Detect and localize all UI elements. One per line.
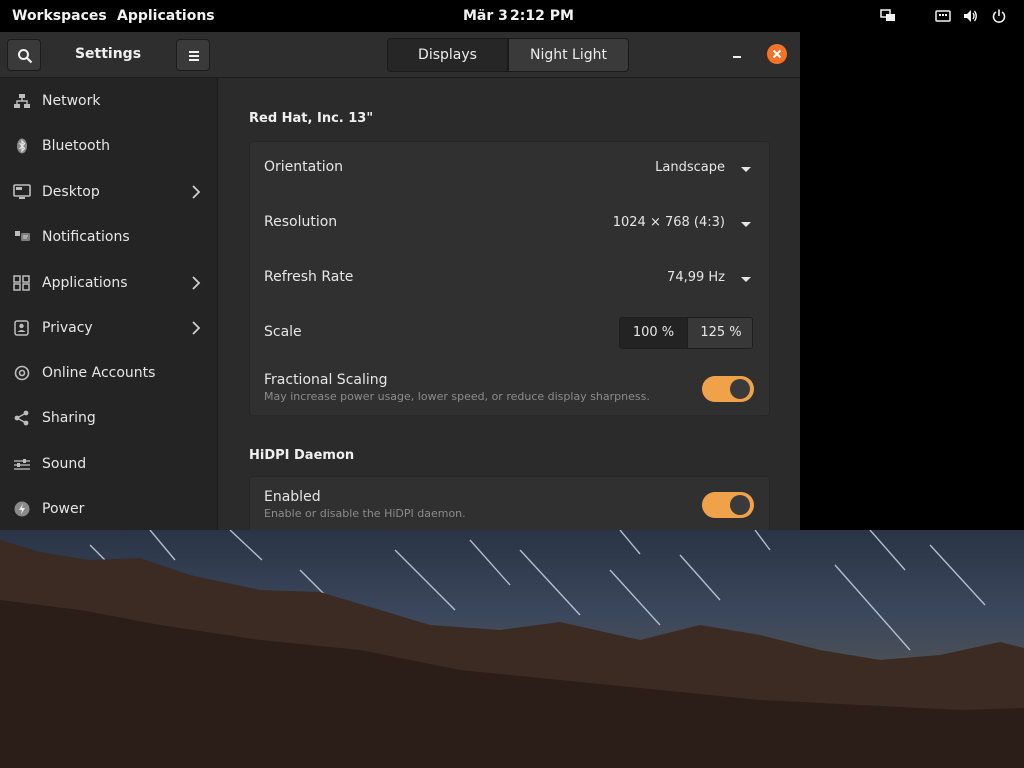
hidpi-enabled-toggle[interactable] bbox=[702, 492, 754, 518]
toggle-knob bbox=[730, 379, 750, 399]
keyboard-icon[interactable] bbox=[935, 8, 951, 24]
scale-label: Scale bbox=[264, 324, 302, 340]
fractional-scaling-toggle[interactable] bbox=[702, 376, 754, 402]
sidebar-item-label: Online Accounts bbox=[42, 365, 156, 381]
menu-button[interactable] bbox=[176, 39, 210, 71]
scale-selector: 100 % 125 % bbox=[619, 317, 753, 349]
close-button[interactable] bbox=[767, 44, 787, 64]
chevron-down-icon[interactable] bbox=[741, 222, 751, 227]
sound-icon bbox=[14, 459, 30, 470]
at-icon bbox=[14, 365, 30, 381]
sidebar-item-label: Network bbox=[42, 93, 101, 109]
toggle-knob bbox=[730, 495, 750, 515]
fractional-scaling-label: Fractional Scaling bbox=[264, 372, 388, 388]
applications-icon bbox=[13, 275, 30, 291]
notifications-icon bbox=[15, 231, 30, 241]
hidpi-enabled-description: Enable or disable the HiDPI daemon. bbox=[264, 507, 466, 520]
share-icon bbox=[14, 410, 29, 426]
bluetooth-icon bbox=[17, 138, 27, 154]
hidpi-enabled-label: Enabled bbox=[264, 489, 321, 505]
hidpi-card: Enabled Enable or disable the HiDPI daem… bbox=[249, 476, 770, 530]
sidebar-item-privacy[interactable]: Privacy bbox=[0, 306, 218, 350]
settings-window: Settings Network Bluetooth Desktop Notif… bbox=[0, 32, 800, 530]
sidebar-item-notifications[interactable]: Notifications bbox=[0, 215, 218, 259]
sidebar: Settings Network Bluetooth Desktop Notif… bbox=[0, 32, 218, 530]
workspaces-button[interactable]: Workspaces bbox=[12, 0, 107, 32]
panel-time[interactable]: 2:12 PM bbox=[510, 0, 574, 32]
volume-icon[interactable] bbox=[962, 8, 978, 24]
tab-night-light[interactable]: Night Light bbox=[508, 38, 629, 72]
search-icon bbox=[18, 49, 33, 64]
sidebar-item-label: Sharing bbox=[42, 410, 96, 426]
resolution-label: Resolution bbox=[264, 214, 338, 230]
sidebar-item-sharing[interactable]: Sharing bbox=[0, 396, 218, 440]
sidebar-item-bluetooth[interactable]: Bluetooth bbox=[0, 124, 218, 168]
chevron-right-icon bbox=[192, 321, 201, 335]
search-button[interactable] bbox=[7, 39, 41, 71]
chevron-down-icon[interactable] bbox=[741, 277, 751, 282]
refresh-rate-dropdown[interactable]: 74,99 Hz bbox=[667, 270, 725, 285]
desktop: Workspaces Applications Mär 3 2:12 PM Se… bbox=[0, 0, 1024, 768]
sidebar-item-online-accounts[interactable]: Online Accounts bbox=[0, 351, 218, 395]
fractional-scaling-description: May increase power usage, lower speed, o… bbox=[264, 390, 650, 403]
orientation-label: Orientation bbox=[264, 159, 344, 175]
sidebar-item-label: Notifications bbox=[42, 229, 130, 245]
sidebar-item-label: Desktop bbox=[42, 184, 100, 200]
tab-displays[interactable]: Displays bbox=[387, 38, 508, 72]
display-icon[interactable] bbox=[880, 8, 896, 24]
content-header: Displays Night Light bbox=[218, 32, 800, 78]
chevron-right-icon bbox=[192, 185, 201, 199]
desktop-wallpaper bbox=[0, 530, 1024, 768]
applications-menu-button[interactable]: Applications bbox=[117, 0, 215, 32]
display-settings-card: Orientation Landscape Resolution 1024 × … bbox=[249, 141, 770, 416]
close-icon bbox=[772, 49, 782, 59]
sidebar-header: Settings bbox=[0, 32, 218, 78]
sidebar-item-label: Power bbox=[42, 501, 85, 517]
display-section-title: Red Hat, Inc. 13" bbox=[249, 111, 374, 126]
hidpi-section-title: HiDPI Daemon bbox=[249, 448, 355, 463]
sidebar-item-applications[interactable]: Applications bbox=[0, 261, 218, 305]
minimize-button[interactable] bbox=[727, 44, 747, 64]
resolution-dropdown[interactable]: 1024 × 768 (4:3) bbox=[613, 215, 725, 230]
chevron-right-icon bbox=[192, 276, 201, 290]
sidebar-item-label: Bluetooth bbox=[42, 138, 110, 154]
network-icon bbox=[14, 94, 30, 108]
display-settings-panel: Red Hat, Inc. 13" Orientation Landscape … bbox=[218, 79, 800, 530]
power-icon[interactable] bbox=[991, 8, 1007, 24]
sidebar-title: Settings bbox=[74, 46, 142, 62]
scale-125-button[interactable]: 125 % bbox=[687, 318, 752, 348]
sidebar-item-network[interactable]: Network bbox=[0, 79, 218, 123]
scale-100-button[interactable]: 100 % bbox=[620, 318, 687, 348]
top-panel: Workspaces Applications Mär 3 2:12 PM bbox=[0, 0, 1024, 32]
panel-date[interactable]: Mär 3 bbox=[463, 0, 508, 32]
sidebar-item-power[interactable]: Power bbox=[0, 487, 218, 530]
privacy-icon bbox=[14, 320, 29, 336]
sidebar-item-label: Sound bbox=[42, 456, 87, 472]
sidebar-item-sound[interactable]: Sound bbox=[0, 442, 218, 486]
desktop-icon bbox=[13, 184, 31, 199]
chevron-down-icon[interactable] bbox=[741, 167, 751, 172]
sidebar-item-desktop[interactable]: Desktop bbox=[0, 170, 218, 214]
sidebar-item-label: Applications bbox=[42, 275, 128, 291]
hamburger-menu-icon bbox=[189, 51, 199, 61]
sidebar-item-label: Privacy bbox=[42, 320, 93, 336]
refresh-rate-label: Refresh Rate bbox=[264, 269, 354, 285]
power-icon bbox=[14, 501, 30, 517]
orientation-dropdown[interactable]: Landscape bbox=[655, 160, 725, 175]
